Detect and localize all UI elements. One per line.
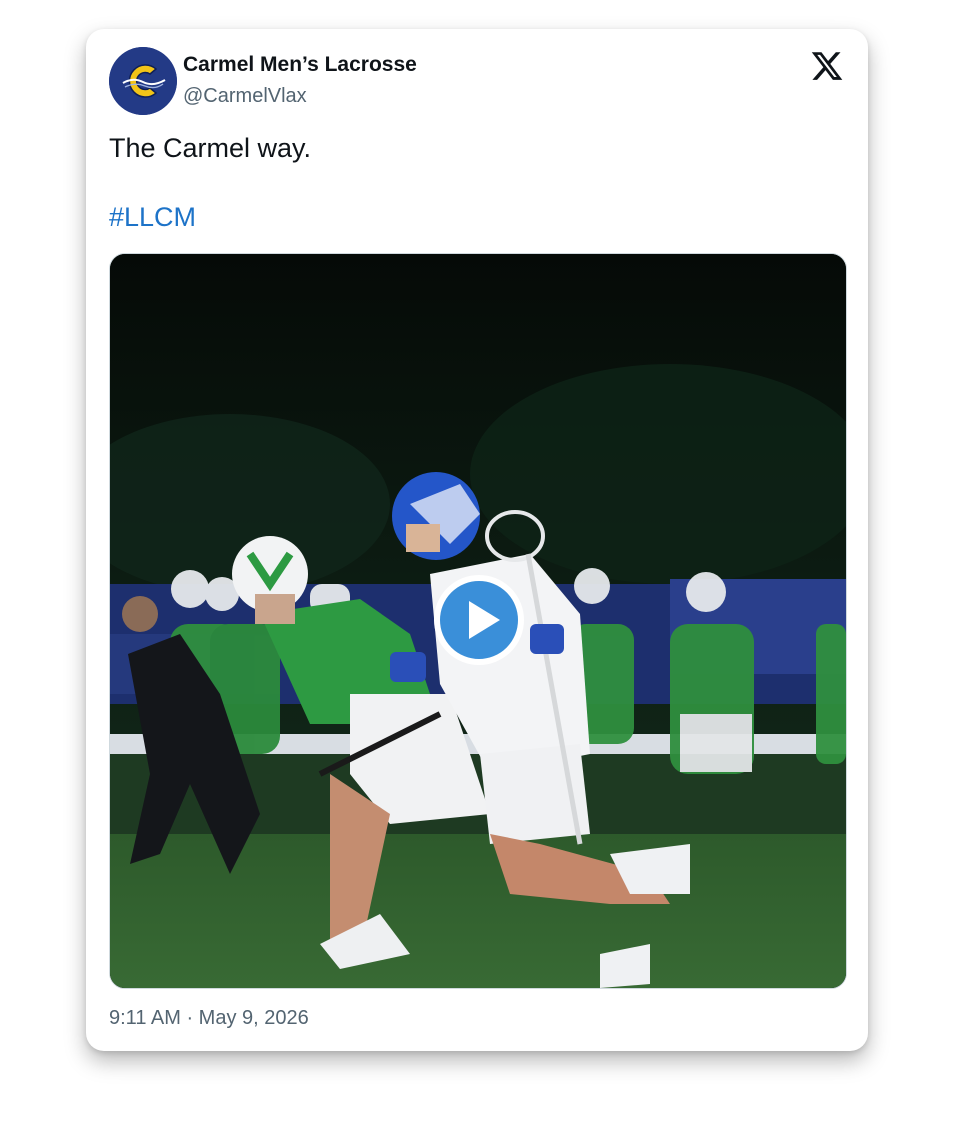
hashtag-link[interactable]: #LLCM [109, 202, 196, 233]
display-name[interactable]: Carmel Men’s Lacrosse [183, 53, 417, 77]
tweet-card: Carmel Men’s Lacrosse @CarmelVlax The Ca… [86, 29, 868, 1051]
play-button[interactable] [433, 574, 525, 666]
x-logo-icon[interactable] [810, 49, 844, 83]
video-media[interactable] [109, 253, 847, 989]
tweet-text: The Carmel way. [109, 133, 312, 163]
timestamp[interactable]: 9:11 AM · May 9, 2026 [109, 1007, 309, 1030]
carmel-logo-icon [109, 47, 177, 115]
handle[interactable]: @CarmelVlax [183, 85, 307, 108]
play-icon [434, 575, 524, 665]
avatar[interactable] [109, 47, 177, 115]
